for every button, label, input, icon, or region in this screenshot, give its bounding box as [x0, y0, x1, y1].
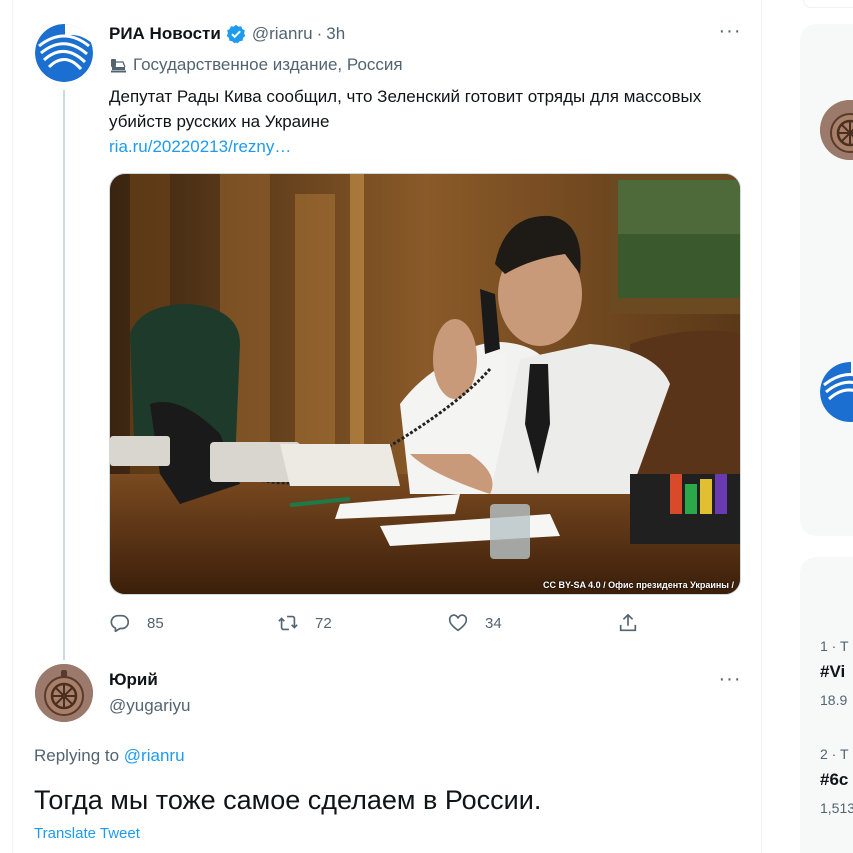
reply-button[interactable]: 85 — [109, 608, 164, 638]
author-handle[interactable]: @rianru — [252, 24, 313, 44]
trend-count: 1,513 — [820, 800, 853, 816]
more-icon[interactable]: ··· — [715, 669, 745, 694]
tweet-link[interactable]: ria.ru/20220213/rezny… — [109, 134, 729, 159]
account-label-text: Государственное издание, Россия — [133, 55, 403, 74]
trend-meta: 2 · T — [820, 746, 849, 762]
like-count: 34 — [485, 614, 502, 632]
reply-author-name[interactable]: Юрий — [109, 670, 158, 690]
thread-line — [63, 90, 65, 660]
tweet-body: Депутат Рады Кива сообщил, что Зеленский… — [109, 84, 729, 159]
tweet-time[interactable]: 3h — [326, 24, 345, 44]
trend-name[interactable]: #Vi — [820, 662, 845, 682]
author-name[interactable]: РИА Новости — [109, 24, 221, 44]
like-button[interactable]: 34 — [447, 608, 502, 638]
reply-count: 85 — [147, 614, 164, 632]
separator-dot: · — [316, 24, 323, 43]
right-sidebar: Re Uk 1 · T #Vi 18.9 2 · T #6c 1,51 — [800, 0, 853, 853]
share-button[interactable] — [617, 608, 655, 638]
tweet-text: Депутат Рады Кива сообщил, что Зеленский… — [109, 87, 702, 131]
verified-badge-icon — [226, 24, 246, 44]
tweet-photo[interactable]: CC BY-SA 4.0 / Офис президента Украины / — [109, 173, 741, 595]
account-label[interactable]: Государственное издание, Россия — [109, 54, 403, 76]
retweet-button[interactable]: 72 — [277, 608, 332, 638]
media-credit: CC BY-SA 4.0 / Офис президента Украины / — [542, 580, 734, 590]
replying-prefix: Replying to — [34, 746, 120, 765]
replying-to-link[interactable]: @rianru — [124, 746, 185, 765]
retweet-icon — [278, 615, 298, 631]
tweet-header: РИА Новости @rianru · 3h — [109, 22, 345, 46]
government-building-icon — [109, 56, 127, 74]
translate-tweet-link[interactable]: Translate Tweet — [34, 825, 140, 842]
trend-count: 18.9 — [820, 692, 848, 708]
reply-text: Тогда мы тоже самое сделаем в России. — [34, 785, 542, 815]
reply-author-handle[interactable]: @yugariyu — [109, 696, 191, 716]
like-icon — [448, 614, 468, 632]
reply-icon — [110, 614, 130, 633]
yuriy-avatar[interactable] — [35, 664, 93, 722]
retweet-count: 72 — [315, 614, 332, 632]
trend-meta: 1 · T — [820, 638, 849, 654]
replying-to: Replying to @rianru — [34, 746, 185, 766]
timeline-column: РИА Новости @rianru · 3h ··· Государстве… — [12, 0, 762, 853]
share-icon — [619, 613, 637, 632]
ria-avatar[interactable] — [35, 24, 93, 82]
more-icon[interactable]: ··· — [715, 21, 745, 46]
tweet-actions: 85 72 34 — [109, 608, 649, 638]
trend-name[interactable]: #6c — [820, 770, 848, 790]
